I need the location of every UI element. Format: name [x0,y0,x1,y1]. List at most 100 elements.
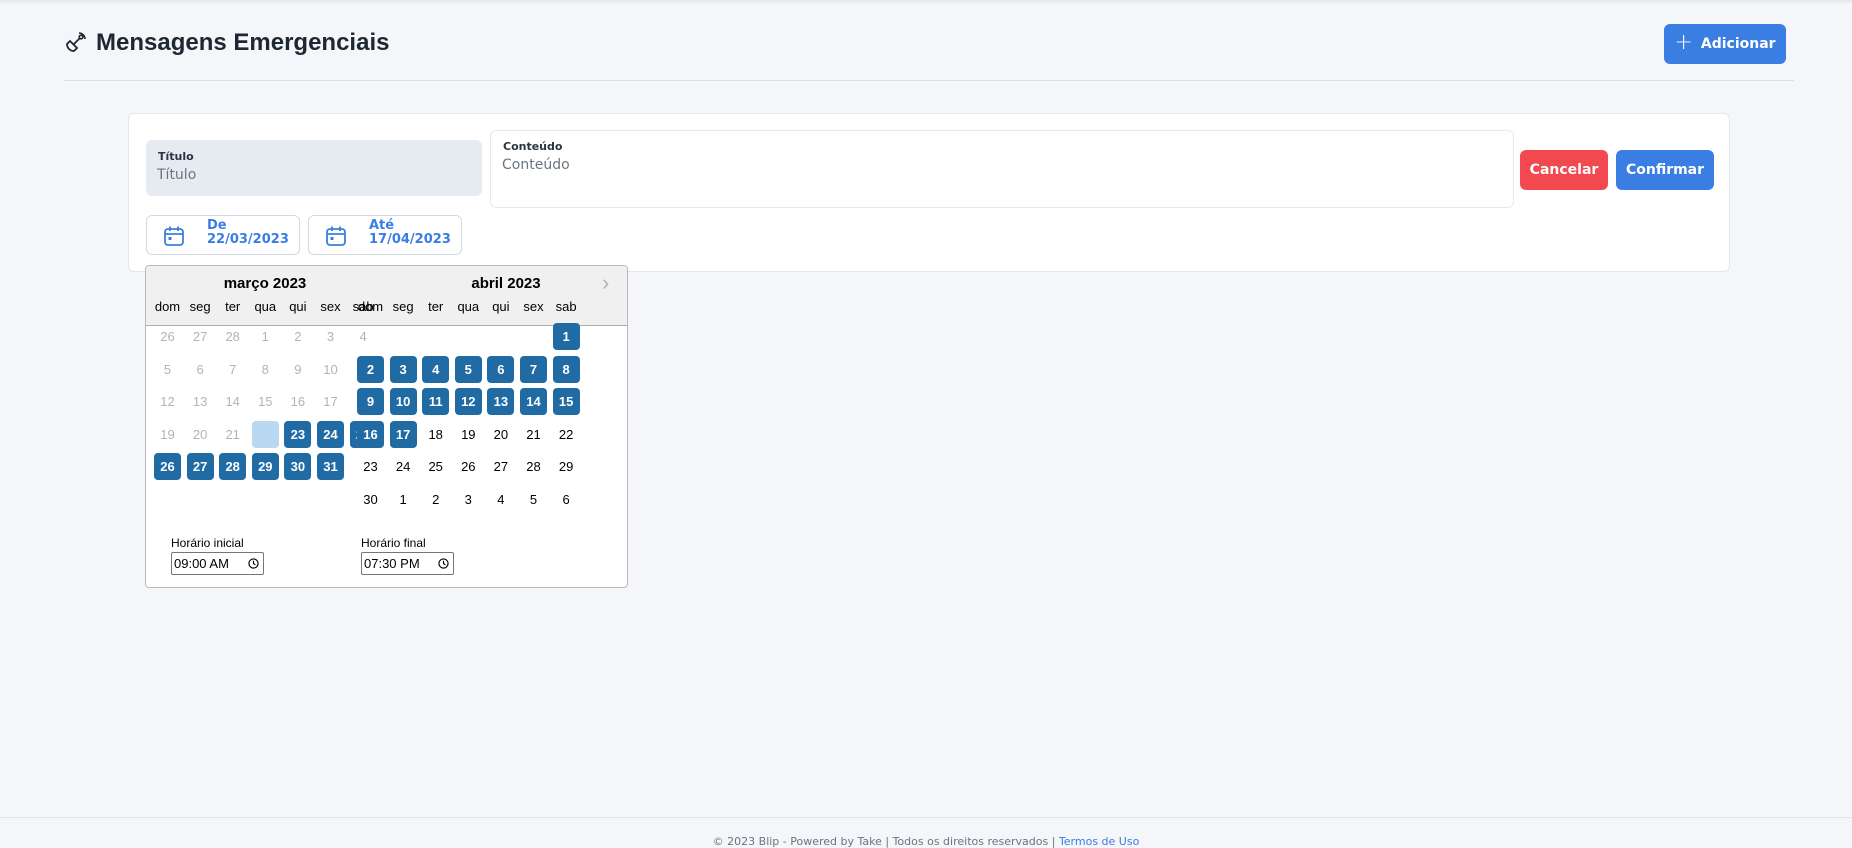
calendar-day[interactable]: 10 [317,356,344,383]
calendar-day[interactable]: 10 [389,388,417,416]
calendar-day[interactable]: 4 [422,355,450,383]
calendar-day[interactable]: 15 [552,388,580,416]
start-time-input[interactable]: 09:00 AM [171,552,264,575]
calendar-day[interactable]: 26 [455,453,482,480]
calendar-day[interactable]: 14 [520,388,547,416]
calendar-day[interactable]: 6 [187,356,214,383]
calendar-day[interactable]: 14 [219,388,246,415]
weekday-header: dom [357,299,384,314]
calendar-day[interactable]: 16 [357,420,384,448]
calendar-day[interactable]: 28 [219,323,246,350]
calendar-day[interactable]: 29 [251,453,279,481]
calendar-day[interactable]: 4 [487,486,514,513]
date-to-label: Até [369,218,395,233]
calendar-day[interactable]: 3 [317,323,344,350]
date-from-button[interactable]: De 22/03/2023 [146,215,300,255]
terms-link[interactable]: Termos de Uso [1059,835,1139,848]
calendar-day[interactable]: 27 [487,453,514,480]
calendar-day[interactable]: 23 [357,453,384,480]
calendar-day[interactable]: 21 [520,421,547,448]
calendar-day[interactable]: 28 [520,453,547,480]
calendar-day[interactable]: 5 [520,486,547,513]
weekday-header: seg [189,299,211,314]
end-time-value: 07:30 PM [364,556,420,571]
calendar-day[interactable]: 26 [154,453,181,481]
calendar-day[interactable]: 6 [487,355,515,383]
cancel-button[interactable]: Cancelar [1520,150,1608,190]
weekday-header: qua [254,299,277,314]
calendar-day[interactable]: 11 [422,388,450,416]
calendar-day[interactable]: 3 [389,355,417,383]
calendar-day[interactable]: 9 [284,356,311,383]
date-to-caption: Até 17/04/2023 [369,219,451,247]
page-header: Mensagens Emergenciais [64,22,1794,81]
content-field[interactable]: Conteúdo [490,130,1514,208]
date-from-caption: De 22/03/2023 [207,219,289,247]
calendar-day[interactable]: 16 [284,388,311,415]
calendar-day[interactable]: 13 [487,388,515,416]
calendar-day[interactable]: 8 [552,355,580,383]
weekday-header: qui [289,299,307,314]
start-time-label: Horário inicial [171,536,244,550]
end-time-label: Horário final [361,536,426,550]
calendar-day[interactable]: 19 [154,421,181,448]
calendar-day[interactable]: 15 [252,388,279,415]
calendar-day[interactable]: 2 [422,486,449,513]
calendar-day[interactable]: 22 [251,420,279,448]
calendar-day[interactable]: 27 [187,323,214,350]
date-to-button[interactable]: Até 17/04/2023 [308,215,462,255]
title-field[interactable]: Título [146,140,482,196]
calendar-day[interactable]: 13 [187,388,214,415]
calendar-day[interactable]: 18 [422,421,449,448]
calendar-day[interactable]: 30 [284,453,312,481]
calendar-day[interactable]: 23 [284,420,312,448]
calendar-day[interactable]: 27 [186,453,214,481]
calendar-icon [326,226,346,246]
chevron-right-icon[interactable]: › [602,272,609,294]
calendar-day[interactable]: 26 [154,323,181,350]
calendar-day[interactable]: 5 [154,356,181,383]
calendar-day[interactable]: 1 [552,323,580,350]
calendar-day[interactable]: 17 [317,388,344,415]
calendar-day[interactable]: 6 [553,486,580,513]
weekday-header: dom [154,299,181,314]
calendar-day[interactable]: 2 [357,355,384,383]
calendar-day[interactable]: 20 [487,421,514,448]
calendar-day[interactable]: 25 [422,453,449,480]
calendar-day[interactable]: 1 [390,486,417,513]
calendar-day[interactable]: 1 [252,323,279,350]
confirm-button[interactable]: Confirmar [1616,150,1714,190]
weekday-header: sex [320,299,341,314]
calendar-day[interactable]: 5 [454,355,482,383]
add-button[interactable]: + Adicionar [1664,24,1786,64]
calendar-day[interactable]: 12 [454,388,482,416]
clock-icon [438,558,449,569]
calendar-day[interactable]: 17 [389,420,417,448]
calendar-day[interactable]: 19 [455,421,482,448]
calendar-day[interactable]: 7 [520,355,547,383]
calendar-day[interactable]: 24 [390,453,417,480]
calendar-day[interactable]: 7 [219,356,246,383]
weekday-header: sab [555,299,577,314]
end-time-input[interactable]: 07:30 PM [361,552,454,575]
calendar-day[interactable]: 2 [284,323,311,350]
calendar-day[interactable]: 20 [187,421,214,448]
calendar-day[interactable]: 9 [357,388,384,416]
calendar-day[interactable]: 31 [317,453,344,481]
calendar-day[interactable]: 8 [252,356,279,383]
calendar-day[interactable]: 30 [357,486,384,513]
clock-icon [248,558,259,569]
calendar-day[interactable]: 3 [455,486,482,513]
weekday-header: qui [492,299,510,314]
start-time-value: 09:00 AM [174,556,229,571]
calendar-day[interactable]: 4 [350,323,377,350]
calendar-day[interactable]: 12 [154,388,181,415]
calendar-day[interactable]: 22 [553,421,580,448]
weekday-header: seg [392,299,414,314]
calendar-day[interactable]: 21 [219,421,246,448]
calendar-day[interactable]: 28 [219,453,247,481]
title-input[interactable] [157,167,457,183]
content-input[interactable] [502,157,1402,173]
calendar-day[interactable]: 24 [317,420,344,448]
calendar-day[interactable]: 29 [553,453,580,480]
